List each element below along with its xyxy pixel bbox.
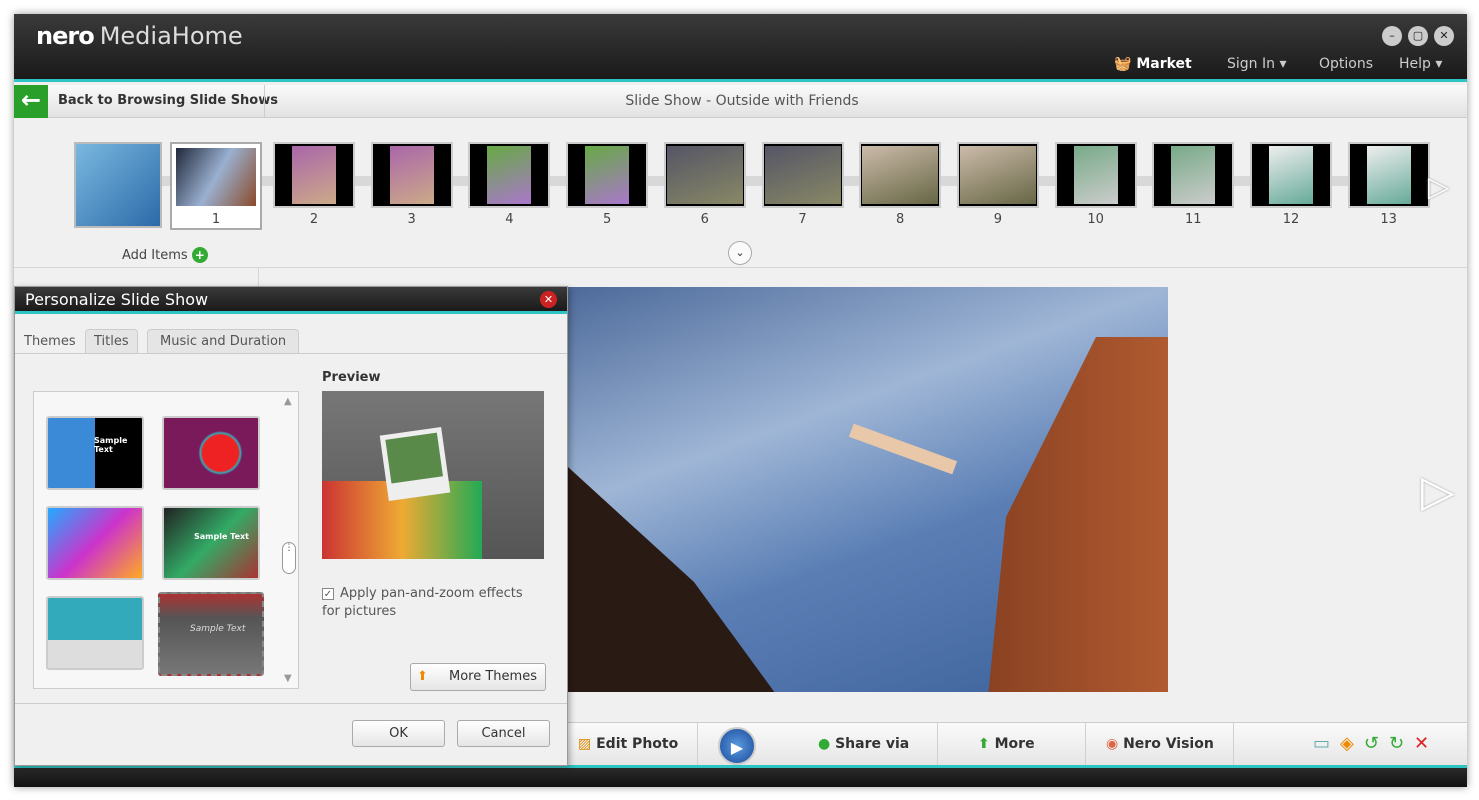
theme-list: Sample Text Sample Text Sample Text ▲ ⋮ … bbox=[33, 391, 299, 689]
monitor-icon[interactable]: ▭ bbox=[1313, 733, 1340, 754]
options-menu[interactable]: Options bbox=[1319, 56, 1373, 72]
filmstrip: 1 2 3 4 5 6 7 8 9 10 11 12 13 ▷ bbox=[14, 118, 1467, 246]
slide-number: 8 bbox=[896, 212, 905, 227]
add-items-button[interactable]: Add Items + bbox=[122, 247, 208, 263]
filmstrip-item[interactable] bbox=[273, 142, 355, 208]
title-slide-thumb[interactable] bbox=[74, 142, 162, 228]
more-themes-button[interactable]: ⬆ More Themes bbox=[410, 663, 546, 691]
slide-number: 7 bbox=[798, 212, 807, 227]
minimize-button[interactable]: – bbox=[1382, 26, 1402, 46]
basket-icon: 🧺 bbox=[1114, 56, 1132, 72]
slide-number: 4 bbox=[505, 212, 514, 227]
more-button[interactable]: ⬆ More bbox=[938, 723, 1086, 766]
nav-bar: ← Back to Browsing Slide Shows Slide Sho… bbox=[14, 85, 1467, 118]
slide-number: 10 bbox=[1087, 212, 1104, 227]
filmstrip-item[interactable] bbox=[859, 142, 942, 208]
help-menu[interactable]: Help ▾ bbox=[1399, 56, 1442, 72]
next-slide-arrow[interactable]: ▷ bbox=[1421, 466, 1455, 517]
jumper-figure bbox=[798, 417, 998, 517]
burn-icon[interactable]: ◈ bbox=[1340, 733, 1364, 754]
title-bar: nero MediaHome – ▢ ✕ 🧺 Market Sign In ▾ O… bbox=[14, 14, 1467, 82]
ok-button[interactable]: OK bbox=[352, 720, 445, 747]
back-arrow-icon[interactable]: ← bbox=[14, 85, 48, 118]
globe-icon: ● bbox=[818, 736, 831, 752]
bottom-toolbar: ▨ Edit Photo ▶ ● Share via ⬆ More ◉ Nero… bbox=[568, 722, 1467, 766]
edit-photo-icon: ▨ bbox=[578, 736, 592, 752]
page-title: Slide Show - Outside with Friends bbox=[264, 85, 1219, 118]
theme-item[interactable] bbox=[46, 596, 144, 670]
theme-item-selected[interactable]: Sample Text bbox=[158, 592, 264, 676]
filmstrip-item[interactable] bbox=[468, 142, 551, 208]
play-button[interactable]: ▶ bbox=[718, 727, 756, 765]
sign-in-menu[interactable]: Sign In ▾ bbox=[1227, 56, 1286, 72]
dialog-title: Personalize Slide Show bbox=[15, 287, 567, 314]
plus-icon: + bbox=[191, 247, 208, 263]
rotate-right-icon[interactable]: ↻ bbox=[1389, 733, 1414, 754]
slide-number: 6 bbox=[700, 212, 709, 227]
market-menu[interactable]: 🧺 Market bbox=[1114, 56, 1192, 72]
delete-icon[interactable]: ✕ bbox=[1414, 733, 1439, 754]
slide-number: 13 bbox=[1380, 212, 1397, 227]
slide-number: 11 bbox=[1185, 212, 1202, 227]
slide-number: 12 bbox=[1282, 212, 1300, 227]
filmstrip-item[interactable] bbox=[761, 142, 844, 208]
filmstrip-item[interactable] bbox=[1347, 142, 1430, 208]
slide-number: 3 bbox=[407, 212, 416, 227]
theme-scrollbar[interactable]: ▲ ⋮ ▼ bbox=[280, 392, 298, 688]
tab-music-duration[interactable]: Music and Duration bbox=[147, 329, 300, 353]
more-themes-icon: ⬆ bbox=[417, 669, 428, 684]
filmstrip-item[interactable] bbox=[1250, 142, 1332, 208]
nero-vision-icon: ◉ bbox=[1106, 736, 1119, 752]
pan-zoom-checkbox[interactable]: ✓ Apply pan-and-zoom effects for pictures bbox=[322, 585, 532, 621]
rotate-left-icon[interactable]: ↺ bbox=[1364, 733, 1389, 754]
filmstrip-item[interactable] bbox=[1054, 142, 1137, 208]
share-via-button[interactable]: ● Share via bbox=[788, 723, 938, 766]
filmstrip-item[interactable] bbox=[663, 142, 746, 208]
tab-themes[interactable]: Themes bbox=[15, 329, 85, 353]
add-items-row: Add Items + ⌄ bbox=[14, 241, 1467, 268]
up-arrow-icon: ⬆ bbox=[978, 736, 990, 752]
back-button[interactable]: Back to Browsing Slide Shows bbox=[58, 93, 278, 108]
cancel-button[interactable]: Cancel bbox=[457, 720, 550, 747]
preview-label: Preview bbox=[322, 370, 381, 385]
checkbox-icon[interactable]: ✓ bbox=[322, 588, 334, 600]
tab-titles[interactable]: Titles bbox=[85, 329, 138, 353]
filmstrip-item[interactable] bbox=[1152, 142, 1235, 208]
dialog-close-icon[interactable]: ✕ bbox=[540, 291, 557, 308]
app-window: nero MediaHome – ▢ ✕ 🧺 Market Sign In ▾ O… bbox=[14, 14, 1467, 787]
theme-item[interactable]: Sample Text bbox=[162, 506, 260, 580]
edit-photo-button[interactable]: ▨ Edit Photo bbox=[568, 723, 698, 766]
filmstrip-item[interactable] bbox=[566, 142, 649, 208]
slide-number: 1 bbox=[211, 212, 221, 227]
status-bar bbox=[14, 765, 1467, 787]
close-button[interactable]: ✕ bbox=[1434, 26, 1454, 46]
slide-number: 2 bbox=[309, 212, 319, 227]
slide-number: 9 bbox=[993, 212, 1003, 227]
personalize-dialog: Personalize Slide Show ✕ Themes Titles M… bbox=[14, 286, 568, 766]
theme-item[interactable] bbox=[162, 416, 260, 490]
main-photo-preview bbox=[568, 287, 1168, 692]
maximize-button[interactable]: ▢ bbox=[1408, 26, 1428, 46]
nero-vision-button[interactable]: ◉ Nero Vision bbox=[1086, 723, 1234, 766]
theme-item[interactable] bbox=[46, 506, 144, 580]
theme-item[interactable]: Sample Text bbox=[46, 416, 144, 490]
filmstrip-item[interactable] bbox=[956, 142, 1039, 208]
app-logo: nero MediaHome bbox=[36, 22, 243, 50]
expand-chevron-icon[interactable]: ⌄ bbox=[728, 241, 752, 265]
filmstrip-item[interactable] bbox=[370, 142, 453, 208]
theme-preview bbox=[322, 391, 544, 559]
slide-number: 5 bbox=[602, 212, 612, 227]
filmstrip-next-arrow[interactable]: ▷ bbox=[1428, 170, 1450, 203]
